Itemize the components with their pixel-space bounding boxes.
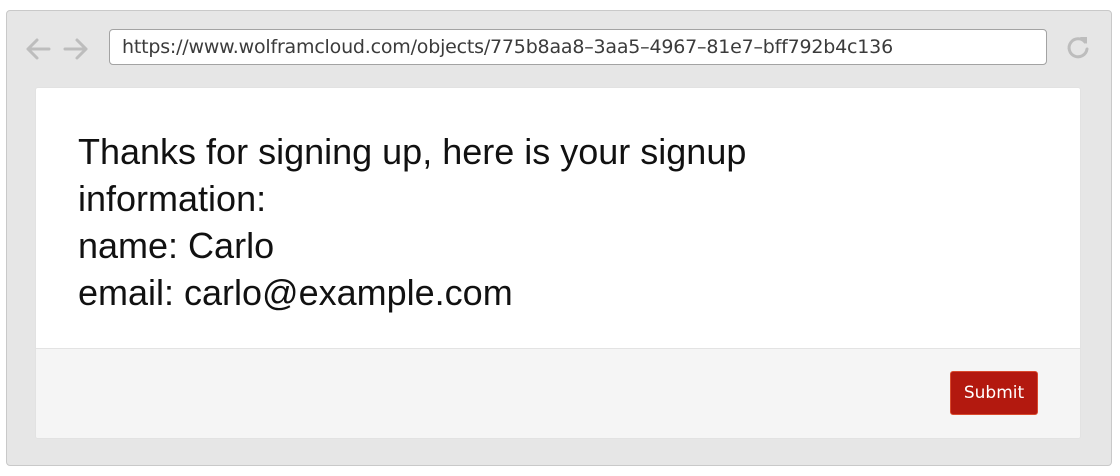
browser-toolbar	[7, 11, 1111, 85]
message-line: information:	[78, 178, 267, 219]
signup-confirmation-message: Thanks for signing up, here is your sign…	[78, 128, 978, 316]
browser-window: Thanks for signing up, here is your sign…	[6, 10, 1112, 466]
message-line: Thanks for signing up, here is your sign…	[78, 131, 747, 172]
page-content: Thanks for signing up, here is your sign…	[35, 87, 1081, 439]
forward-button[interactable]	[61, 35, 91, 63]
reload-icon	[1067, 37, 1089, 59]
arrow-right-icon	[63, 38, 88, 60]
back-button[interactable]	[23, 35, 53, 63]
form-footer: Submit	[36, 348, 1080, 438]
address-bar[interactable]	[109, 29, 1047, 65]
email-line: email: carlo@example.com	[78, 272, 513, 313]
name-line: name: Carlo	[78, 225, 275, 266]
arrow-left-icon	[26, 38, 51, 60]
reload-button[interactable]	[1063, 33, 1093, 63]
submit-button[interactable]: Submit	[950, 371, 1038, 415]
